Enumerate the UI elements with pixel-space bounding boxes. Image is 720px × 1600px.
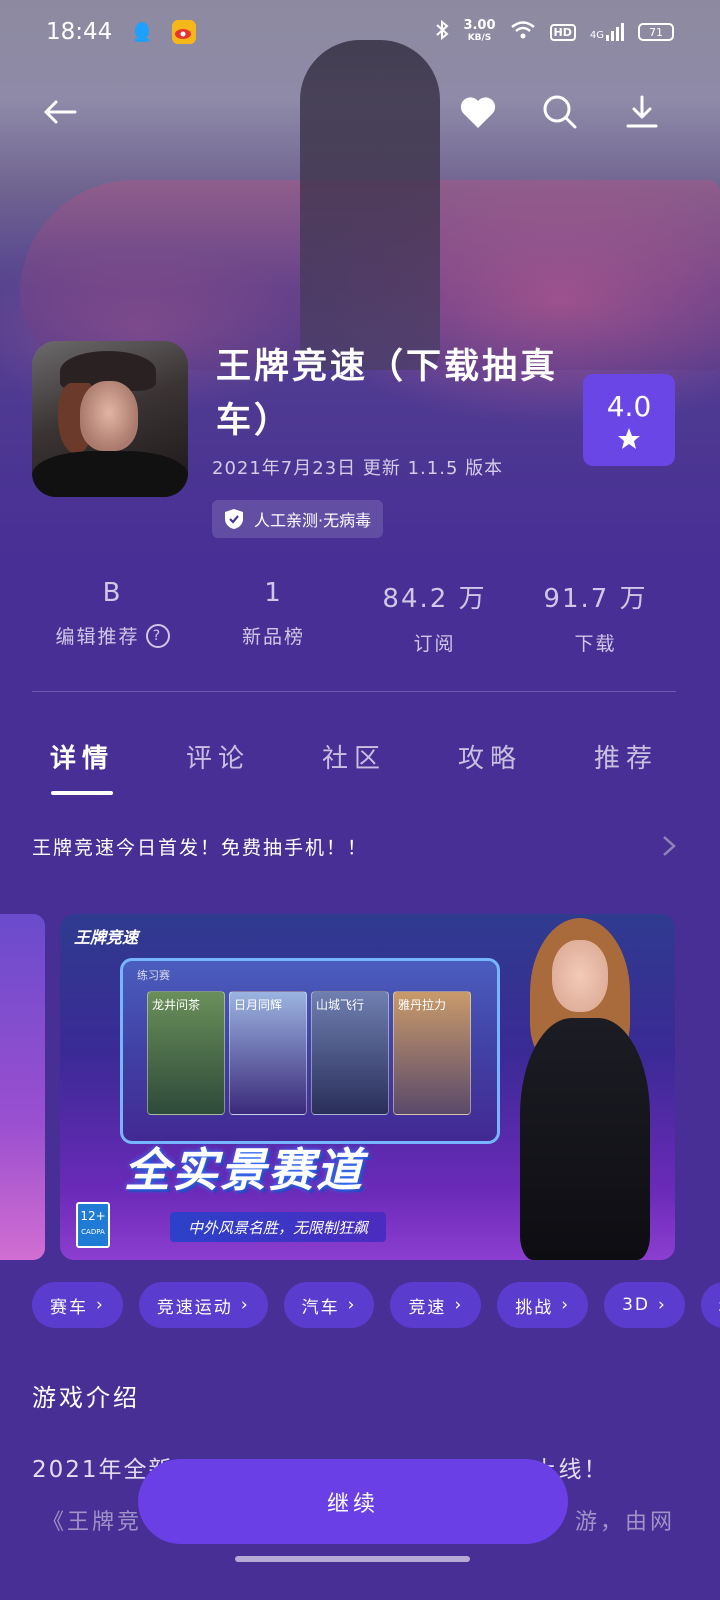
screenshot-headline: 全实景赛道 bbox=[124, 1143, 364, 1197]
weibo-icon bbox=[172, 20, 197, 44]
stats-row: B 编辑推荐 ? 1 新品榜 84.2 万 订阅 91.7 万 下载 bbox=[32, 578, 676, 656]
download-icon bbox=[626, 95, 658, 128]
favorite-button[interactable] bbox=[456, 90, 500, 134]
chevron-right-icon: › bbox=[96, 1295, 105, 1315]
tag-list: 赛车› 竞速运动› 汽车› 竞速› 挑战› 3D› 横 bbox=[32, 1282, 720, 1328]
heart-icon bbox=[460, 97, 496, 128]
status-time: 18:44 bbox=[46, 19, 113, 45]
signal-icon: 4G bbox=[590, 23, 624, 41]
tag-chip[interactable]: 竞速 › bbox=[390, 1282, 482, 1328]
search-button[interactable] bbox=[538, 90, 582, 134]
tag-chip[interactable]: 汽车 › bbox=[283, 1282, 375, 1328]
app-title: 王牌竞速（下载抽真车） bbox=[216, 347, 559, 441]
star-icon bbox=[618, 427, 640, 449]
status-bar: 18:44 3.00 KB/S HD 4G 71 bbox=[0, 0, 720, 64]
tab-reviews[interactable]: 评论 bbox=[168, 726, 268, 795]
qq-icon bbox=[130, 20, 154, 44]
track-card: 雅丹拉力 bbox=[393, 991, 471, 1115]
shield-check-icon bbox=[225, 509, 243, 529]
tab-bar: 详情 评论 社区 攻略 推荐 bbox=[32, 726, 676, 795]
chevron-right-icon: › bbox=[454, 1295, 464, 1315]
search-icon bbox=[543, 95, 577, 129]
net-speed: 3.00 KB/S bbox=[463, 18, 496, 43]
promo-link[interactable]: 王牌竞速今日首发！免费抽手机！！ bbox=[32, 824, 676, 868]
verified-badge: 人工亲测·无病毒 bbox=[212, 500, 384, 538]
tag-chip[interactable]: 赛车 › bbox=[32, 1282, 123, 1328]
intro-section-title: 游戏介绍 bbox=[32, 1384, 140, 1412]
intro-text-faded: 《王牌竞 bbox=[42, 1510, 143, 1535]
stat-downloads: 91.7 万 下载 bbox=[543, 584, 648, 655]
home-indicator[interactable] bbox=[235, 1556, 470, 1562]
gallery-prev-screenshot[interactable] bbox=[0, 914, 45, 1260]
chevron-right-icon bbox=[663, 836, 676, 856]
screenshot-logo: 王牌竞速 bbox=[74, 928, 139, 947]
tab-guides[interactable]: 攻略 bbox=[440, 726, 540, 795]
tag-chip[interactable]: 3D › bbox=[604, 1282, 685, 1328]
help-icon[interactable]: ? bbox=[145, 623, 170, 648]
bluetooth-icon bbox=[435, 19, 449, 44]
back-button[interactable] bbox=[38, 90, 82, 134]
continue-button[interactable]: 继续 bbox=[138, 1459, 568, 1544]
download-button[interactable] bbox=[620, 90, 664, 134]
rating-badge: 4.0 bbox=[583, 374, 675, 466]
stat-subscriptions: 84.2 万 订阅 bbox=[382, 584, 487, 655]
wifi-icon bbox=[510, 20, 536, 44]
intro-text-faded-tail: 游，由网 bbox=[575, 1510, 676, 1535]
screenshot-character bbox=[490, 918, 670, 1260]
chevron-right-icon: › bbox=[347, 1295, 357, 1315]
screenshot-subline: 中外风景名胜，无限制狂飙 bbox=[170, 1212, 387, 1242]
tag-chip[interactable]: 横 bbox=[700, 1282, 720, 1328]
screenshot-track-panel: 练习赛 龙井问茶 日月同辉 山城飞行 雅丹拉力 bbox=[120, 958, 500, 1144]
rating-value: 4.0 bbox=[606, 389, 652, 423]
age-rating-badge: 12+ CADPA bbox=[76, 1202, 110, 1248]
track-card: 山城飞行 bbox=[311, 991, 389, 1115]
tab-details[interactable]: 详情 bbox=[32, 726, 132, 795]
stat-editor-pick[interactable]: B 编辑推荐 ? bbox=[32, 578, 193, 656]
chevron-right-icon: › bbox=[561, 1295, 571, 1315]
divider bbox=[32, 691, 676, 692]
arrow-left-icon bbox=[44, 100, 77, 124]
app-icon bbox=[32, 341, 188, 497]
hd-badge: HD bbox=[549, 23, 576, 41]
app-update-info: 2021年7月23日 更新 1.1.5 版本 bbox=[212, 458, 504, 479]
tag-chip[interactable]: 竞速运动 › bbox=[138, 1282, 268, 1328]
tag-chip[interactable]: 挑战 › bbox=[497, 1282, 589, 1328]
track-card: 龙井问茶 bbox=[147, 991, 225, 1115]
chevron-right-icon: › bbox=[240, 1295, 250, 1315]
tab-community[interactable]: 社区 bbox=[304, 726, 404, 795]
chevron-right-icon: › bbox=[657, 1295, 667, 1315]
track-card: 日月同辉 bbox=[229, 991, 307, 1115]
battery-icon: 71 bbox=[638, 23, 674, 41]
tab-recommend[interactable]: 推荐 bbox=[576, 726, 676, 795]
stat-new-rank[interactable]: 1 新品榜 bbox=[193, 578, 354, 656]
top-nav bbox=[0, 82, 720, 142]
gallery-screenshot[interactable]: 王牌竞速 练习赛 龙井问茶 日月同辉 山城飞行 雅丹拉力 全实景赛道 中外风景名… bbox=[60, 914, 675, 1260]
